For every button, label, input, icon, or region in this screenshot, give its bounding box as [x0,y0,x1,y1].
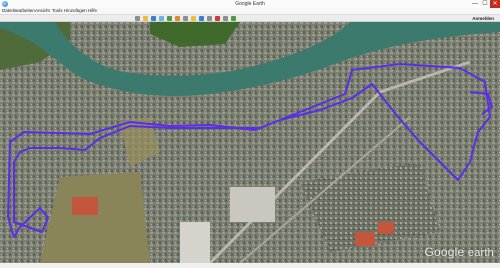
sunlight-icon[interactable] [191,16,196,21]
title-bar: Google Earth — ☐ ✕ [0,0,500,8]
sidebar-toggle-icon[interactable] [135,16,140,21]
industrial-buildings [230,187,275,222]
industrial-complex [180,222,210,263]
add-polygon-icon[interactable] [151,16,156,21]
satellite-imagery[interactable] [0,22,500,265]
minimize-button[interactable]: — [470,0,480,8]
toolbar: Anmelden [0,14,500,22]
historical-imagery-icon[interactable] [183,16,188,21]
maximize-button[interactable]: ☐ [480,0,490,8]
print-icon[interactable] [223,16,228,21]
sign-in-link[interactable]: Anmelden [472,16,494,21]
window-title: Google Earth [235,1,265,7]
add-placemark-icon[interactable] [143,16,148,21]
ruler-icon[interactable] [207,16,212,21]
image-overlay-icon[interactable] [167,16,172,21]
close-button[interactable]: ✕ [490,0,500,8]
add-path-icon[interactable] [159,16,164,21]
sports-field-east [355,232,375,246]
record-tour-icon[interactable] [175,16,180,21]
email-icon[interactable] [215,16,220,21]
map-view[interactable]: Google earth [0,22,500,265]
google-earth-logo: Google earth [424,245,494,259]
view-in-maps-icon[interactable] [231,16,236,21]
sports-field-east-2 [378,222,394,234]
planets-icon[interactable] [199,16,204,21]
sports-field [72,197,98,215]
